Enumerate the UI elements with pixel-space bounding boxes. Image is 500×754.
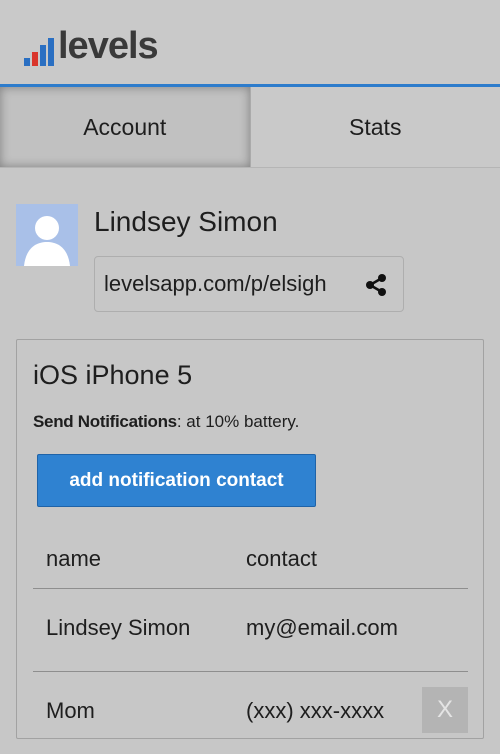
table-row: Mom (xxx) xxx-xxxx X — [33, 672, 468, 754]
app-header: levels — [0, 0, 500, 87]
notify-label: Send Notifications — [33, 412, 177, 431]
contact-name: Mom — [46, 698, 95, 724]
levels-logo[interactable]: levels — [24, 26, 158, 66]
notification-setting: Send Notifications: at 10% battery. — [33, 412, 299, 432]
table-row: Lindsey Simon my@email.com — [33, 589, 468, 672]
contact-value: my@email.com — [246, 615, 398, 641]
device-card: iOS iPhone 5 Send Notifications: at 10% … — [16, 339, 484, 739]
tab-account[interactable]: Account — [0, 87, 250, 167]
column-header-contact: contact — [246, 546, 317, 572]
tab-bar: Account Stats — [0, 87, 500, 168]
share-icon[interactable] — [365, 274, 387, 296]
user-name: Lindsey Simon — [94, 206, 278, 238]
device-name: iOS iPhone 5 — [33, 360, 192, 391]
contacts-table: name contact Lindsey Simon my@email.com … — [33, 532, 468, 754]
logo-text: levels — [58, 26, 158, 66]
profile-url[interactable]: levelsapp.com/p/elsigh — [104, 271, 327, 297]
notify-text: : at 10% battery. — [177, 412, 300, 431]
contact-value: (xxx) xxx-xxxx — [246, 698, 384, 724]
avatar — [16, 204, 78, 266]
contact-name: Lindsey Simon — [46, 615, 190, 641]
delete-contact-button[interactable]: X — [422, 687, 468, 733]
user-silhouette-icon — [16, 204, 78, 266]
add-notification-contact-button[interactable]: add notification contact — [37, 454, 316, 507]
profile-link-box[interactable]: levelsapp.com/p/elsigh — [94, 256, 404, 312]
table-header-row: name contact — [33, 532, 468, 589]
signal-bars-icon — [24, 32, 60, 66]
column-header-name: name — [46, 546, 101, 572]
tab-stats[interactable]: Stats — [250, 87, 500, 167]
